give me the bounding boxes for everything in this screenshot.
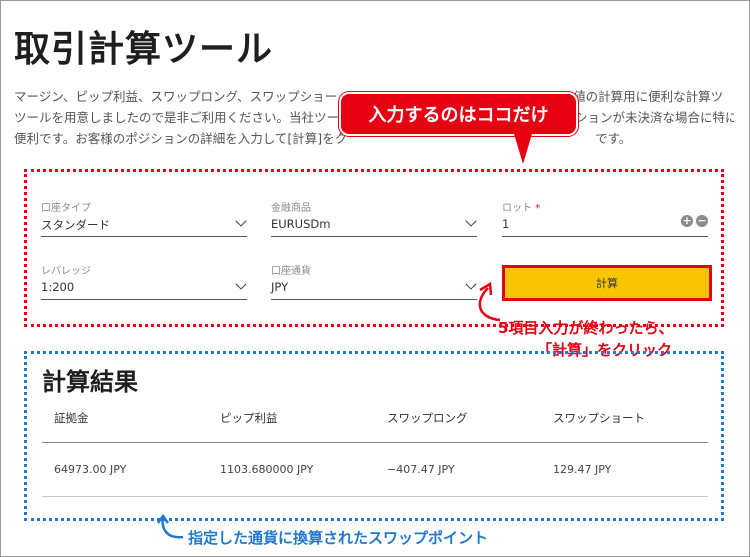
account-type-value[interactable]: スタンダード: [41, 213, 247, 237]
result-swap-long-value: −407.47 JPY: [387, 463, 455, 476]
instrument-value[interactable]: EURUSDm: [271, 213, 477, 237]
leverage-label: レバレッジ: [41, 266, 91, 277]
lot-label: ロット *: [502, 203, 541, 214]
chevron-down-icon: [235, 215, 247, 227]
result-pip-value: 1103.680000 JPY: [220, 463, 314, 476]
input-area-highlight: [24, 169, 724, 327]
instrument-select[interactable]: 金融商品 EURUSDm: [271, 199, 477, 237]
lot-input[interactable]: 1 + −: [502, 213, 708, 237]
lot-stepper: + −: [681, 215, 708, 227]
results-header-swap-short: スワップショート: [553, 411, 645, 425]
account-type-select[interactable]: 口座タイプ スタンダード: [41, 199, 247, 237]
step-note-line1: 5項目入力が終わったら、: [498, 319, 674, 337]
results-header-pip: ピップ利益: [220, 411, 278, 425]
chevron-down-icon: [235, 278, 247, 290]
results-bottom-divider: [42, 496, 708, 497]
input-callout: 入力するのはココだけ: [339, 92, 578, 136]
results-title: 計算結果: [42, 368, 138, 396]
instrument-label: 金融商品: [271, 203, 311, 214]
results-divider: [42, 442, 708, 443]
currency-select[interactable]: 口座通貨 JPY: [271, 262, 477, 300]
account-type-label: 口座タイプ: [41, 203, 91, 214]
minus-icon[interactable]: −: [696, 215, 708, 227]
results-header-swap-long: スワップロング: [387, 411, 468, 425]
leverage-select[interactable]: レバレッジ 1:200: [41, 262, 247, 300]
callout-pointer: [514, 134, 532, 164]
chevron-down-icon: [465, 215, 477, 227]
currency-label: 口座通貨: [271, 266, 311, 277]
swap-note: 指定した通貨に換算されたスワップポイント: [188, 529, 489, 547]
page-title: 取引計算ツール: [14, 29, 274, 70]
curved-arrow-icon: [157, 513, 184, 539]
plus-icon[interactable]: +: [681, 215, 693, 227]
leverage-value[interactable]: 1:200: [41, 276, 247, 300]
lot-field[interactable]: ロット * 1 + −: [502, 199, 708, 237]
result-margin-value: 64973.00 JPY: [54, 463, 127, 476]
result-swap-short-value: 129.47 JPY: [553, 463, 612, 476]
results-header-margin: 証拠金: [54, 411, 89, 425]
currency-value[interactable]: JPY: [271, 276, 477, 300]
calculate-button[interactable]: 計算: [502, 265, 712, 301]
